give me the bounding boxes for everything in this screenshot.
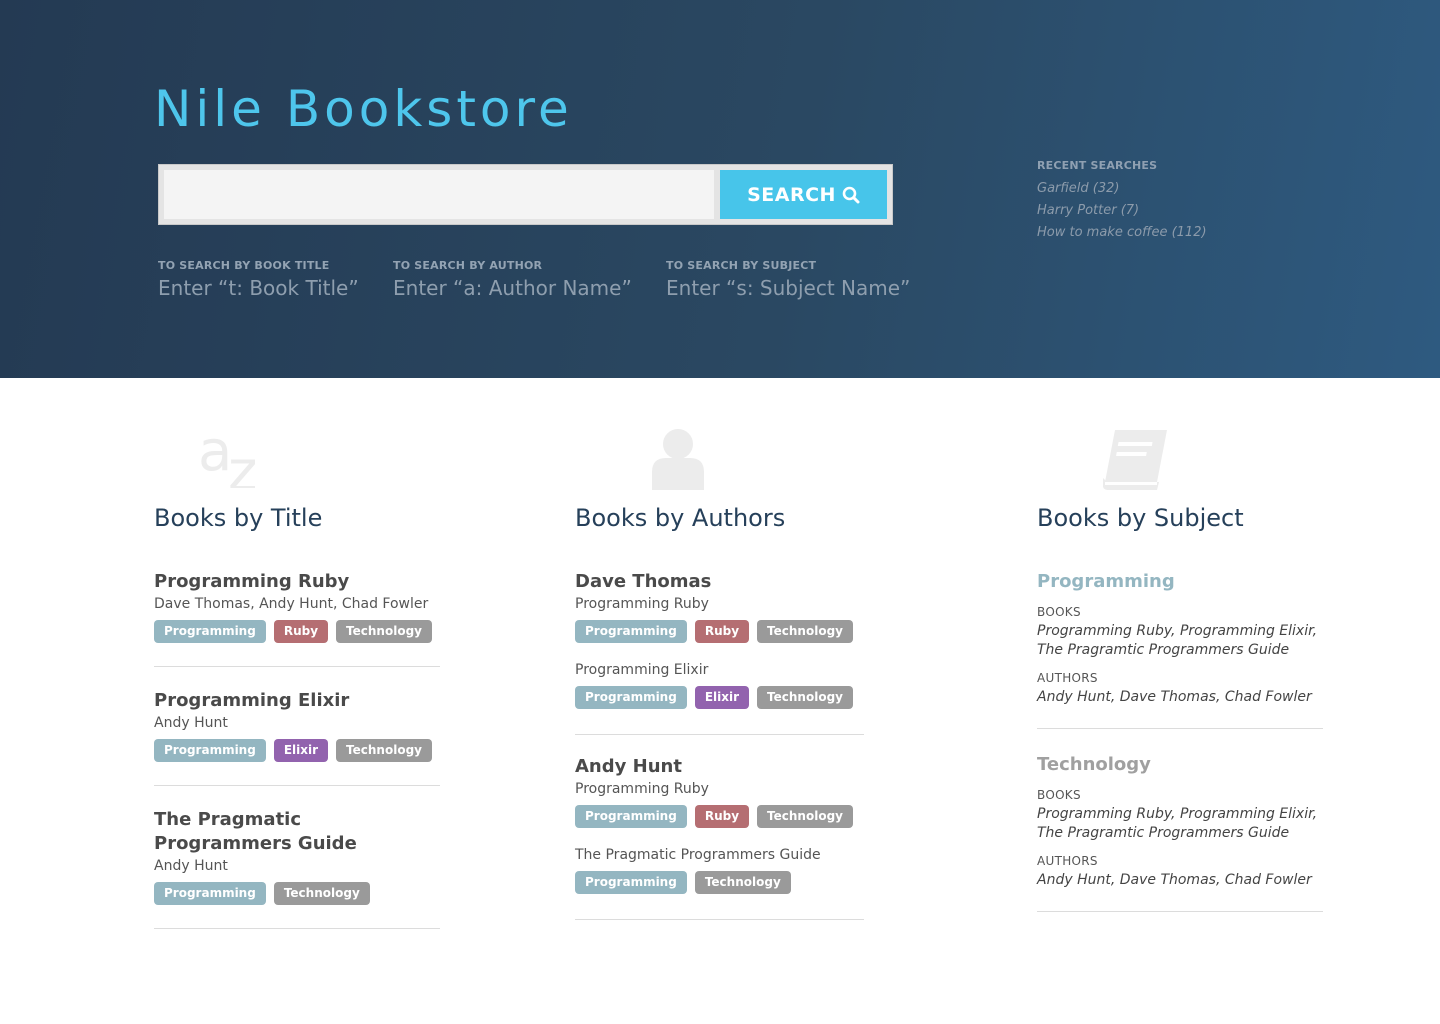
divider [154,785,440,786]
tag-technology[interactable]: Technology [757,805,853,828]
author-entry: Dave Thomas Programming Ruby Programming Ru… [575,570,864,735]
subject-books: Programming Ruby, Programming Elixir, Th… [1037,806,1318,841]
title-list: Programming Ruby Dave Thomas, Andy Hunt, … [154,570,440,951]
subject-books-label: BOOKS [1037,788,1081,802]
az-icon: a z [198,419,274,504]
divider [154,666,440,667]
column-heading: Books by Authors [575,504,786,532]
subject-authors-label: AUTHORS [1037,854,1098,868]
search-button-label: SEARCH [747,183,836,206]
tag-programming[interactable]: Programming [575,871,687,894]
column-heading: Books by Title [154,504,323,532]
subject-books-label: BOOKS [1037,605,1081,619]
book-title[interactable]: Programming Elixir [154,689,440,713]
subject-list: Programming BOOKS Programming Ruby, Progra… [1037,570,1323,936]
book-authors: Andy Hunt [154,715,228,731]
author-book-title[interactable]: The Pragmatic Programmers Guide [575,846,864,864]
book-authors: Andy Hunt [154,858,228,874]
subject-name[interactable]: Programming [1037,570,1323,594]
tag-list: Programming Technology [575,871,864,894]
search-input[interactable] [164,170,714,219]
tag-list: Programming Elixir Technology [154,739,440,762]
hint-author: TO SEARCH BY AUTHOR Enter “a: Author Nam… [393,259,632,300]
tag-programming[interactable]: Programming [575,686,687,709]
tag-list: Programming Elixir Technology [575,686,864,709]
tag-elixir[interactable]: Elixir [694,686,750,709]
tag-technology[interactable]: Technology [336,739,432,762]
author-entry: Andy Hunt Programming Ruby Programming Ruby… [575,755,864,920]
recent-searches: RECENT SEARCHES Garfield (32) Harry Pott… [1037,159,1207,244]
hint-label: TO SEARCH BY BOOK TITLE [158,259,330,272]
tag-programming[interactable]: Programming [154,739,266,762]
tag-programming[interactable]: Programming [575,620,687,643]
subject-authors-label: AUTHORS [1037,671,1098,685]
tag-programming[interactable]: Programming [154,882,266,905]
recent-search-item[interactable]: How to make coffee (112) [1037,222,1207,244]
hint-subject: TO SEARCH BY SUBJECT Enter “s: Subject N… [666,259,910,300]
tag-list: Programming Ruby Technology [154,620,440,643]
tag-ruby[interactable]: Ruby [694,620,750,643]
tag-technology[interactable]: Technology [336,620,432,643]
author-book-title[interactable]: Programming Ruby [575,780,864,798]
book-title[interactable]: The Pragmatic Programmers Guide [154,808,440,856]
svg-text:z: z [228,439,257,488]
search-button[interactable]: SEARCH [720,170,887,219]
hint-example: Enter “s: Subject Name” [666,276,911,300]
book-entry: The Pragmatic Programmers Guide Andy Hunt… [154,808,440,929]
column-heading: Books by Subject [1037,504,1244,532]
recent-searches-title: RECENT SEARCHES [1037,159,1158,172]
tag-list: Programming Ruby Technology [575,805,864,828]
divider [154,928,440,929]
book-entry: Programming Elixir Andy Hunt Programming El… [154,689,440,786]
site-title: Nile Bookstore [154,80,573,138]
hint-example: Enter “t: Book Title” [158,276,359,300]
book-icon [1101,428,1169,494]
tag-elixir[interactable]: Elixir [273,739,329,762]
tag-technology[interactable]: Technology [694,871,791,894]
subject-name[interactable]: Technology [1037,753,1323,777]
tag-programming[interactable]: Programming [575,805,687,828]
recent-search-item[interactable]: Harry Potter (7) [1037,200,1207,222]
author-book-title[interactable]: Programming Ruby [575,595,864,613]
book-entry: Programming Ruby Dave Thomas, Andy Hunt, … [154,570,440,667]
hint-label: TO SEARCH BY SUBJECT [666,259,817,272]
divider [1037,911,1323,912]
hint-label: TO SEARCH BY AUTHOR [393,259,543,272]
hero-header: Nile Bookstore SEARCH TO SEARCH BY BOOK … [0,0,1440,378]
subject-authors: Andy Hunt, Dave Thomas, Chad Fowler [1037,872,1312,888]
tag-programming[interactable]: Programming [154,620,266,643]
search-bar: SEARCH [158,164,893,225]
tag-technology[interactable]: Technology [273,882,370,905]
author-book-title[interactable]: Programming Elixir [575,661,864,679]
tag-technology[interactable]: Technology [757,686,853,709]
subject-books: Programming Ruby, Programming Elixir, Th… [1037,623,1318,658]
divider [575,734,864,735]
author-list: Dave Thomas Programming Ruby Programming Ru… [575,570,864,940]
hint-example: Enter “a: Author Name” [393,276,632,300]
tag-list: Programming Ruby Technology [575,620,864,643]
search-icon [842,186,860,204]
subject-entry: Programming BOOKS Programming Ruby, Progra… [1037,570,1323,729]
tag-list: Programming Technology [154,882,440,905]
subject-authors: Andy Hunt, Dave Thomas, Chad Fowler [1037,689,1312,705]
author-name[interactable]: Dave Thomas [575,570,864,594]
divider [1037,728,1323,729]
book-title[interactable]: Programming Ruby [154,570,440,594]
author-name[interactable]: Andy Hunt [575,755,864,779]
tag-ruby[interactable]: Ruby [273,620,329,643]
recent-search-item[interactable]: Garfield (32) [1037,178,1207,200]
subject-entry: Technology BOOKS Programming Ruby, Program… [1037,753,1323,912]
divider [575,919,864,920]
tag-technology[interactable]: Technology [757,620,853,643]
book-authors: Dave Thomas, Andy Hunt, Chad Fowler [154,596,429,612]
hint-title: TO SEARCH BY BOOK TITLE Enter “t: Book T… [158,259,359,300]
tag-ruby[interactable]: Ruby [694,805,750,828]
person-icon [652,428,704,494]
